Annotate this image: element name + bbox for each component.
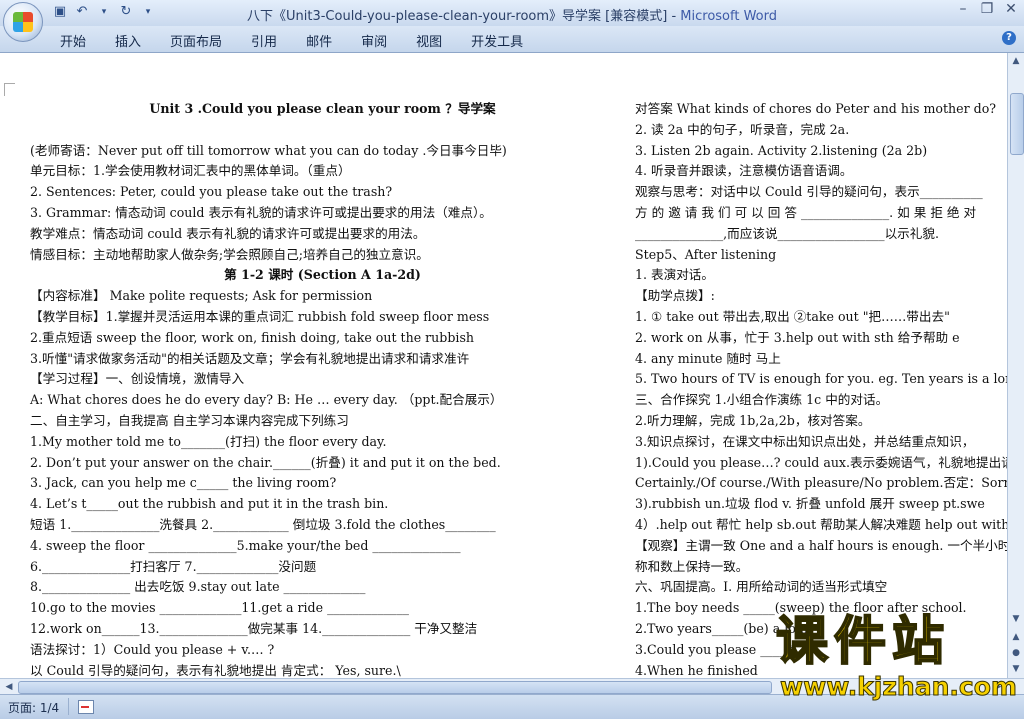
- tab-view[interactable]: 视图: [416, 31, 442, 50]
- vertical-scrollbar[interactable]: ▲ ▼ ▲ ● ▼: [1007, 53, 1024, 678]
- text-line: 语法探讨：1）Could you please + v.… ?: [30, 641, 275, 657]
- text-line: 情感目标：主动地帮助家人做杂务;学会照顾自己;培养自己的独立意识。: [30, 246, 429, 262]
- text-line: 称和数上保持一致。: [635, 558, 749, 574]
- tab-list: 开始 插入 页面布局 引用 邮件 审阅 视图 开发工具: [60, 31, 523, 50]
- proofing-icon[interactable]: [78, 700, 94, 714]
- vertical-scroll-thumb[interactable]: [1010, 93, 1024, 155]
- text-line: 1. 表演对话。: [635, 267, 714, 283]
- text-line: 3.知识点探讨，在课文中标出知识点出处，并总结重点知识，: [635, 433, 975, 449]
- text-line: 二、自主学习，自我提高 自主学习本课内容完成下列练习: [30, 412, 349, 428]
- text-line: 12.work on______13.______________做完某事 14…: [30, 620, 478, 636]
- text-line: 4. any minute 随时 马上: [635, 350, 781, 366]
- text-line: 【内容标准】 Make polite requests; Ask for per…: [30, 288, 373, 304]
- scroll-up-icon[interactable]: ▲: [1010, 55, 1022, 67]
- tab-home[interactable]: 开始: [60, 31, 86, 50]
- text-line: 以 Could 引导的疑问句，表示有礼貌地提出 肯定式： Yes, sure.\: [30, 662, 401, 678]
- text-line: 8.______________ 出去吃饭 9.stay out late __…: [30, 579, 366, 595]
- window-title: 八下《Unit3-Could-you-please-clean-your-roo…: [0, 5, 1024, 24]
- text-line: 观察与思考：对话中以 Could 引导的疑问句，表示__________: [635, 184, 983, 200]
- text-line: 3.听懂"请求做家务活动"的相关话题及文章；学会有礼貌地提出请求和请求准许: [30, 350, 470, 366]
- text-line: 1. ① take out 带出去,取出 ②take out "把……带出去": [635, 308, 950, 324]
- text-line: 方 的 邀 请 我 们 可 以 回 答 ______________. 如 果 …: [635, 204, 977, 220]
- watermark-title: 课件站: [775, 612, 951, 672]
- text-line: 2.重点短语 sweep the floor, work on, finish …: [30, 329, 475, 345]
- text-line: 4. sweep the floor ______________5.make …: [30, 537, 461, 553]
- tab-mailings[interactable]: 邮件: [306, 31, 332, 50]
- text-line: 单元目标：1.学会使用教材词汇表中的黑体单词。（重点）: [30, 163, 351, 179]
- text-line: Unit 3 .Could you please clean your room…: [149, 101, 496, 116]
- text-line: 2. work on 从事，忙于 3.help out with sth 给予帮…: [635, 329, 960, 345]
- text-line: 6.______________打扫客厅 7._____________没问题: [30, 558, 317, 574]
- minimize-icon[interactable]: –: [954, 1, 972, 17]
- tab-insert[interactable]: 插入: [115, 31, 141, 50]
- margin-marker: [4, 83, 15, 96]
- tab-page-layout[interactable]: 页面布局: [170, 31, 222, 50]
- text-line: 2.听力理解，完成 1b,2a,2b，核对答案。: [635, 412, 871, 428]
- document-area[interactable]: Unit 3 .Could you please clean your room…: [0, 53, 1007, 678]
- left-text-column: Unit 3 .Could you please clean your room…: [30, 99, 615, 678]
- text-line: 三、合作探究 1.小组合作演练 1c 中的对话。: [635, 392, 889, 408]
- title-bar: ▣ ↶ ▾ ↻ ▾ 八下《Unit3-Could-you-please-clea…: [0, 0, 1024, 27]
- close-icon[interactable]: ✕: [1002, 1, 1020, 17]
- watermark-url: www.kjzhan.com: [780, 672, 1018, 702]
- text-line: 【学习过程】一、创设情境，激情导入: [30, 371, 245, 387]
- text-line: 对答案 What kinds of chores do Peter and hi…: [635, 101, 997, 116]
- text-line: 1).Could you please…? could aux.表示委婉语气，礼…: [635, 454, 1007, 470]
- restore-icon[interactable]: ❐: [978, 1, 996, 17]
- text-line: A: What chores does he do every day? B: …: [30, 392, 503, 408]
- text-line: ______________,而应该说_________________以示礼貌…: [635, 225, 939, 241]
- horizontal-scroll-thumb[interactable]: [18, 681, 772, 694]
- text-line: 3. Listen 2b again. Activity 2.listening…: [635, 142, 928, 158]
- window-controls: – ❐ ✕: [954, 1, 1020, 17]
- office-button[interactable]: [3, 2, 43, 42]
- text-line: 2. 读 2a 中的句子，听录音，完成 2a.: [635, 121, 850, 137]
- scroll-left-icon[interactable]: ◀: [3, 681, 15, 693]
- text-line: 六、巩固提高。I. 用所给动词的适当形式填空: [635, 579, 888, 595]
- text-line: 3).rubbish un.垃圾 flod v. 折叠 unfold 展开 sw…: [635, 496, 985, 512]
- tab-developer[interactable]: 开发工具: [471, 31, 523, 50]
- app-name: Microsoft Word: [680, 9, 777, 24]
- text-line: 10.go to the movies _____________11.get …: [30, 600, 409, 616]
- tab-references[interactable]: 引用: [251, 31, 277, 50]
- text-line: 4）.help out 帮忙 help sb.out 帮助某人解决难题 help…: [635, 516, 1007, 532]
- tab-review[interactable]: 审阅: [361, 31, 387, 50]
- text-line: 第 1-2 课时 (Section A 1a-2d): [224, 267, 421, 283]
- site-watermark: 课件站 www.kjzhan.com: [775, 612, 1021, 714]
- text-line: [30, 120, 615, 141]
- help-icon[interactable]: ?: [1002, 31, 1016, 45]
- document-title: 八下《Unit3-Could-you-please-clean-your-roo…: [247, 9, 681, 24]
- text-line: Step5、After listening: [635, 246, 777, 262]
- ribbon-tabs: 开始 插入 页面布局 引用 邮件 审阅 视图 开发工具 ?: [0, 26, 1024, 53]
- text-line: (老师寄语：Never put off till tomorrow what y…: [30, 142, 507, 158]
- text-line: 2. Sentences: Peter, could you please ta…: [30, 184, 393, 200]
- text-line: 3. Grammar: 情态动词 could 表示有礼貌的请求许可或提出要求的用…: [30, 204, 492, 220]
- text-line: 3. Jack, can you help me c_____ the livi…: [30, 475, 337, 491]
- text-line: 【教学目标】1.掌握并灵活运用本课的重点词汇 rubbish fold swee…: [30, 308, 490, 324]
- text-line: 教学难点：情态动词 could 表示有礼貌的请求许可或提出要求的用法。: [30, 225, 426, 241]
- office-logo-icon: [13, 12, 33, 32]
- text-line: 5. Two hours of TV is enough for you. eg…: [635, 371, 1007, 387]
- text-line: 2. Don’t put your answer on the chair.__…: [30, 454, 501, 470]
- page-indicator[interactable]: 页面: 1/4: [8, 699, 59, 716]
- text-line: Certainly./Of course./With pleasure/No p…: [635, 475, 1007, 491]
- text-line: 短语 1.______________洗餐具 2.____________ 倒垃…: [30, 516, 496, 532]
- text-line: 4. Let’s t_____out the rubbish and put i…: [30, 496, 389, 512]
- text-line: 1.My mother told me to_______(打扫) the fl…: [30, 433, 387, 449]
- text-line: 【助学点拨】:: [635, 288, 715, 304]
- text-line: 【观察】主谓一致 One and a half hours is enough.…: [635, 537, 1007, 553]
- right-text-column: 对答案 What kinds of chores do Peter and hi…: [635, 99, 1007, 678]
- status-divider: [68, 698, 69, 715]
- text-line: 4. 听录音并跟读，注意模仿语音语调。: [635, 163, 853, 179]
